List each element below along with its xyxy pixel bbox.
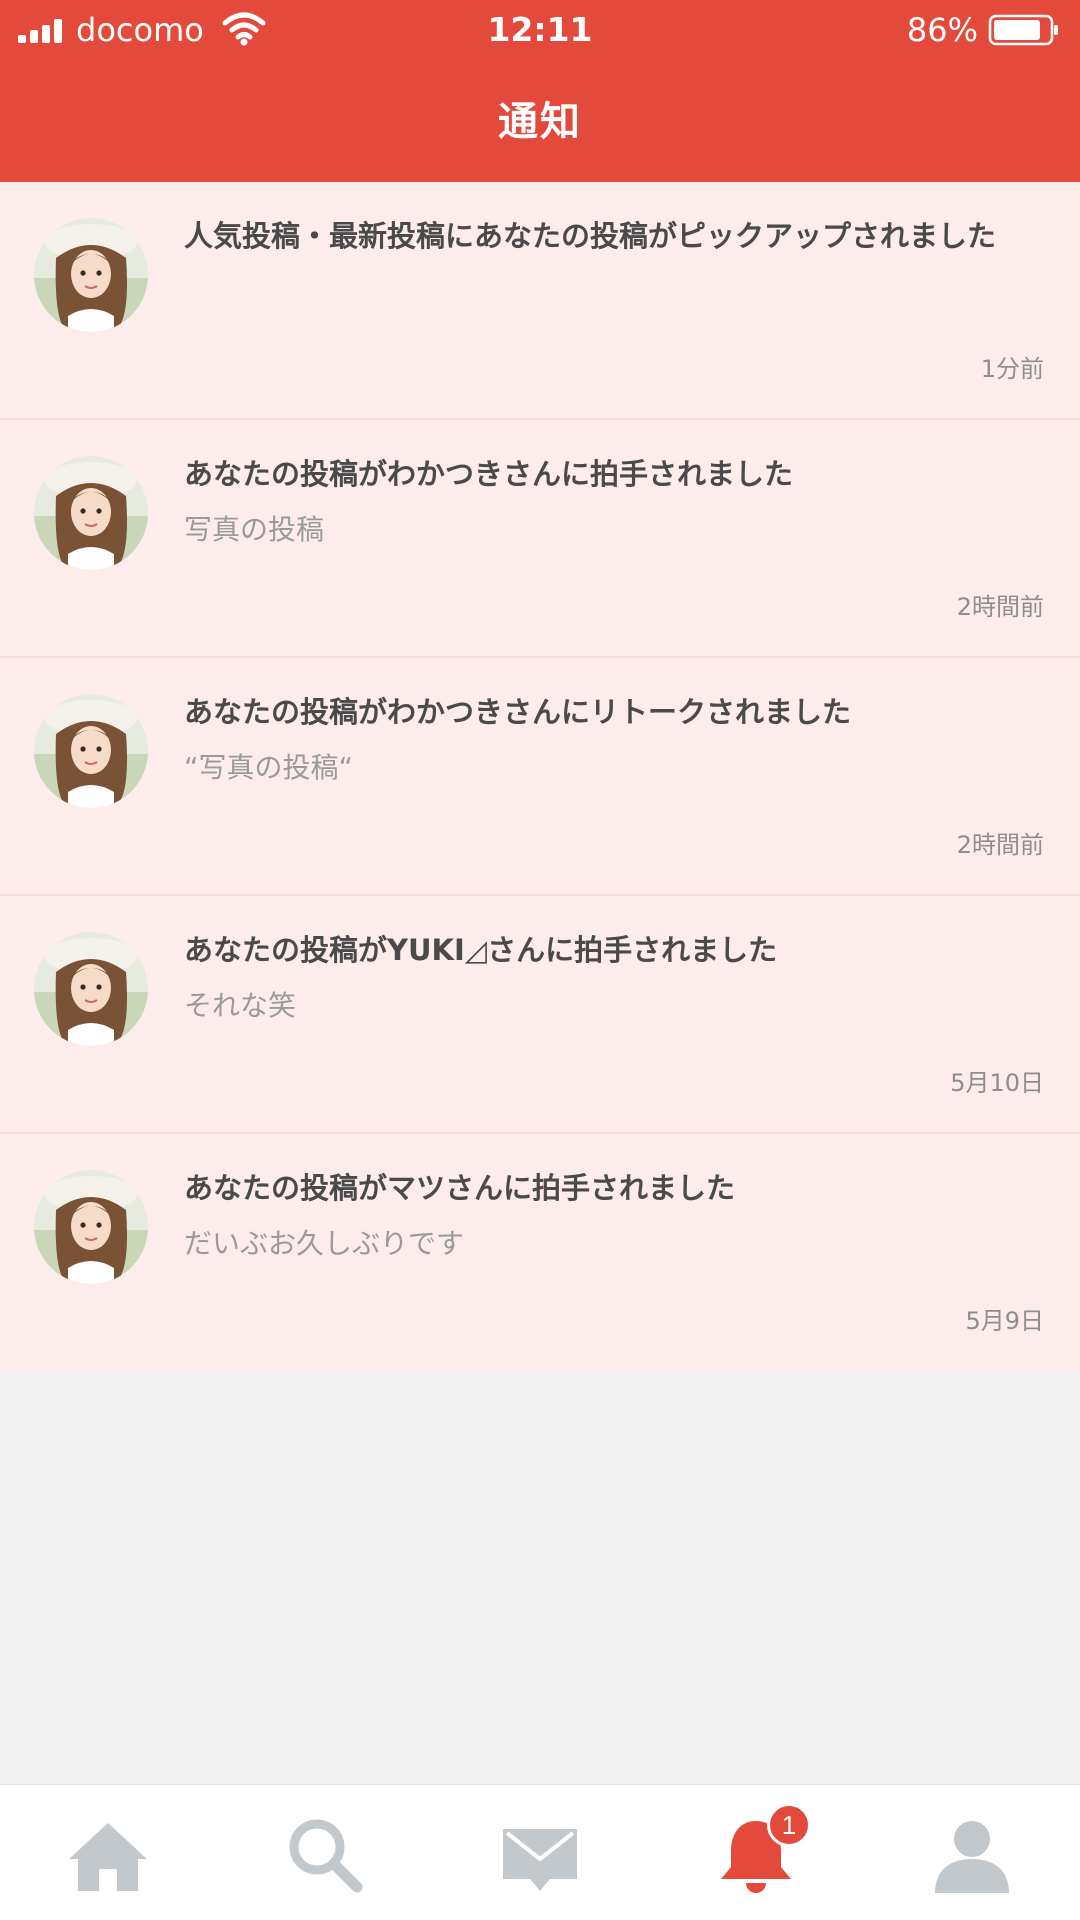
profile-icon [935, 1821, 1009, 1893]
battery-level-fill [994, 20, 1040, 40]
notification-timestamp: 5月9日 [965, 1307, 1044, 1335]
search-icon [289, 1819, 363, 1893]
notification-list: 人気投稿・最新投稿にあなたの投稿がピックアップされました 1分前 あなたの投稿が… [0, 182, 1080, 1372]
avatar[interactable] [34, 1170, 148, 1284]
tab-home[interactable] [63, 1809, 153, 1899]
home-icon [69, 1823, 147, 1891]
notification-timestamp: 2時間前 [956, 593, 1044, 621]
notification-subtitle: 写真の投稿 [184, 513, 325, 546]
page-title: 通知 [498, 99, 582, 145]
notification-subtitle: “写真の投稿“ [184, 751, 354, 784]
avatar[interactable] [34, 456, 148, 570]
status-bar: docomo 12:11 86% [0, 0, 1080, 62]
app-header: docomo 12:11 86% 通知 [0, 0, 1080, 182]
tab-messages[interactable] [495, 1809, 585, 1899]
avatar[interactable] [34, 694, 148, 808]
tab-notifications[interactable]: 1 [711, 1803, 811, 1899]
notification-item[interactable]: あなたの投稿がYUKI◿さんに拍手されました それな笑 5月10日 [0, 896, 1080, 1134]
notification-title: 人気投稿・最新投稿にあなたの投稿がピックアップされました [184, 219, 997, 253]
notification-title: あなたの投稿がマツさんに拍手されました [184, 1171, 736, 1205]
cellular-signal-icon [18, 17, 64, 43]
notification-subtitle: それな笑 [184, 989, 297, 1022]
carrier-name: docomo [76, 11, 204, 49]
notification-item[interactable]: あなたの投稿がわかつきさんにリトークされました “写真の投稿“ 2時間前 [0, 658, 1080, 896]
avatar[interactable] [34, 932, 148, 1046]
notification-timestamp: 1分前 [980, 355, 1044, 383]
tab-bar: 1 [0, 1784, 1080, 1920]
tab-search[interactable] [279, 1809, 369, 1899]
battery-icon [988, 14, 1058, 46]
notification-timestamp: 2時間前 [956, 831, 1044, 859]
tab-profile[interactable] [927, 1809, 1017, 1899]
notification-timestamp: 5月10日 [950, 1069, 1044, 1097]
notification-subtitle: だいぶお久しぶりです [184, 1227, 465, 1260]
notification-item[interactable]: あなたの投稿がわかつきさんに拍手されました 写真の投稿 2時間前 [0, 420, 1080, 658]
battery-percentage: 86% [906, 11, 978, 49]
notification-item[interactable]: 人気投稿・最新投稿にあなたの投稿がピックアップされました 1分前 [0, 182, 1080, 420]
notification-title: あなたの投稿がわかつきさんにリトークされました [184, 695, 852, 729]
notification-title: あなたの投稿がわかつきさんに拍手されました [184, 457, 794, 491]
notification-title: あなたの投稿がYUKI◿さんに拍手されました [184, 933, 778, 967]
notification-badge: 1 [767, 1803, 811, 1847]
mail-icon [503, 1829, 577, 1891]
wifi-icon [222, 12, 266, 46]
status-time: 12:11 [487, 10, 593, 49]
notification-item[interactable]: あなたの投稿がマツさんに拍手されました だいぶお久しぶりです 5月9日 [0, 1134, 1080, 1372]
avatar[interactable] [34, 218, 148, 332]
